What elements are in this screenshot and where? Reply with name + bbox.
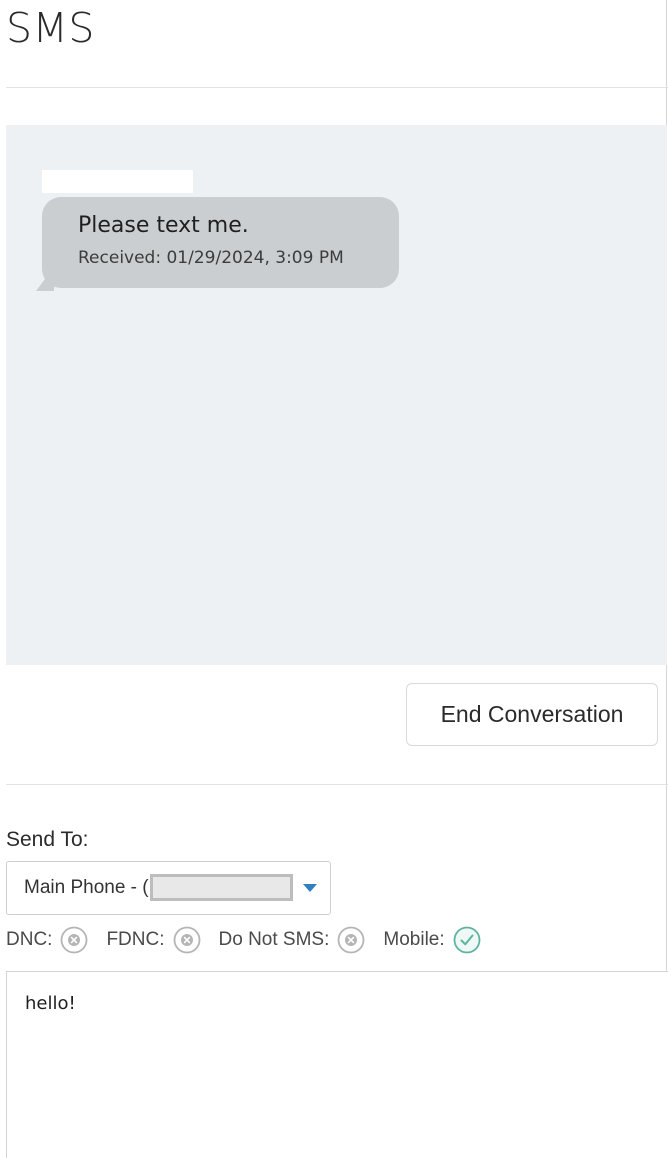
flag-dnc: DNC: (6, 926, 88, 954)
message-compose-textarea[interactable]: hello! (6, 971, 668, 1158)
flag-label: Mobile: (383, 929, 445, 950)
page-title: SMS (6, 4, 95, 52)
divider (6, 87, 668, 88)
compose-text: hello! (25, 993, 76, 1014)
x-circle-icon (337, 926, 365, 954)
flag-fdnc: FDNC: (106, 926, 200, 954)
x-circle-icon (173, 926, 201, 954)
sender-name-redacted (42, 170, 193, 193)
received-message-bubble: Please text me. Received: 01/29/2024, 3:… (42, 197, 399, 288)
flag-label: Do Not SMS: (218, 929, 330, 950)
flag-label: DNC: (6, 929, 53, 950)
send-to-selected-value: Main Phone - ( (24, 877, 149, 898)
flag-label: FDNC: (106, 929, 165, 950)
divider (6, 784, 668, 785)
send-to-label: Send To: (6, 828, 89, 851)
send-to-select[interactable]: Main Phone - ( (6, 861, 331, 915)
flag-do-not-sms: Do Not SMS: (219, 926, 366, 954)
end-conversation-button[interactable]: End Conversation (406, 683, 658, 746)
message-timestamp: Received: 01/29/2024, 3:09 PM (78, 248, 344, 268)
phone-number-redacted (150, 874, 293, 901)
x-circle-icon (60, 926, 88, 954)
check-circle-icon (453, 926, 481, 954)
message-text: Please text me. (78, 213, 249, 238)
sms-page: SMS Please text me. Received: 01/29/2024… (0, 0, 668, 1158)
chevron-down-icon[interactable] (303, 884, 317, 892)
message-thread[interactable]: Please text me. Received: 01/29/2024, 3:… (6, 125, 667, 665)
contact-flags: DNC: FDNC: Do Not SMS: Mobile: (6, 926, 499, 954)
flag-mobile: Mobile: (383, 926, 481, 954)
